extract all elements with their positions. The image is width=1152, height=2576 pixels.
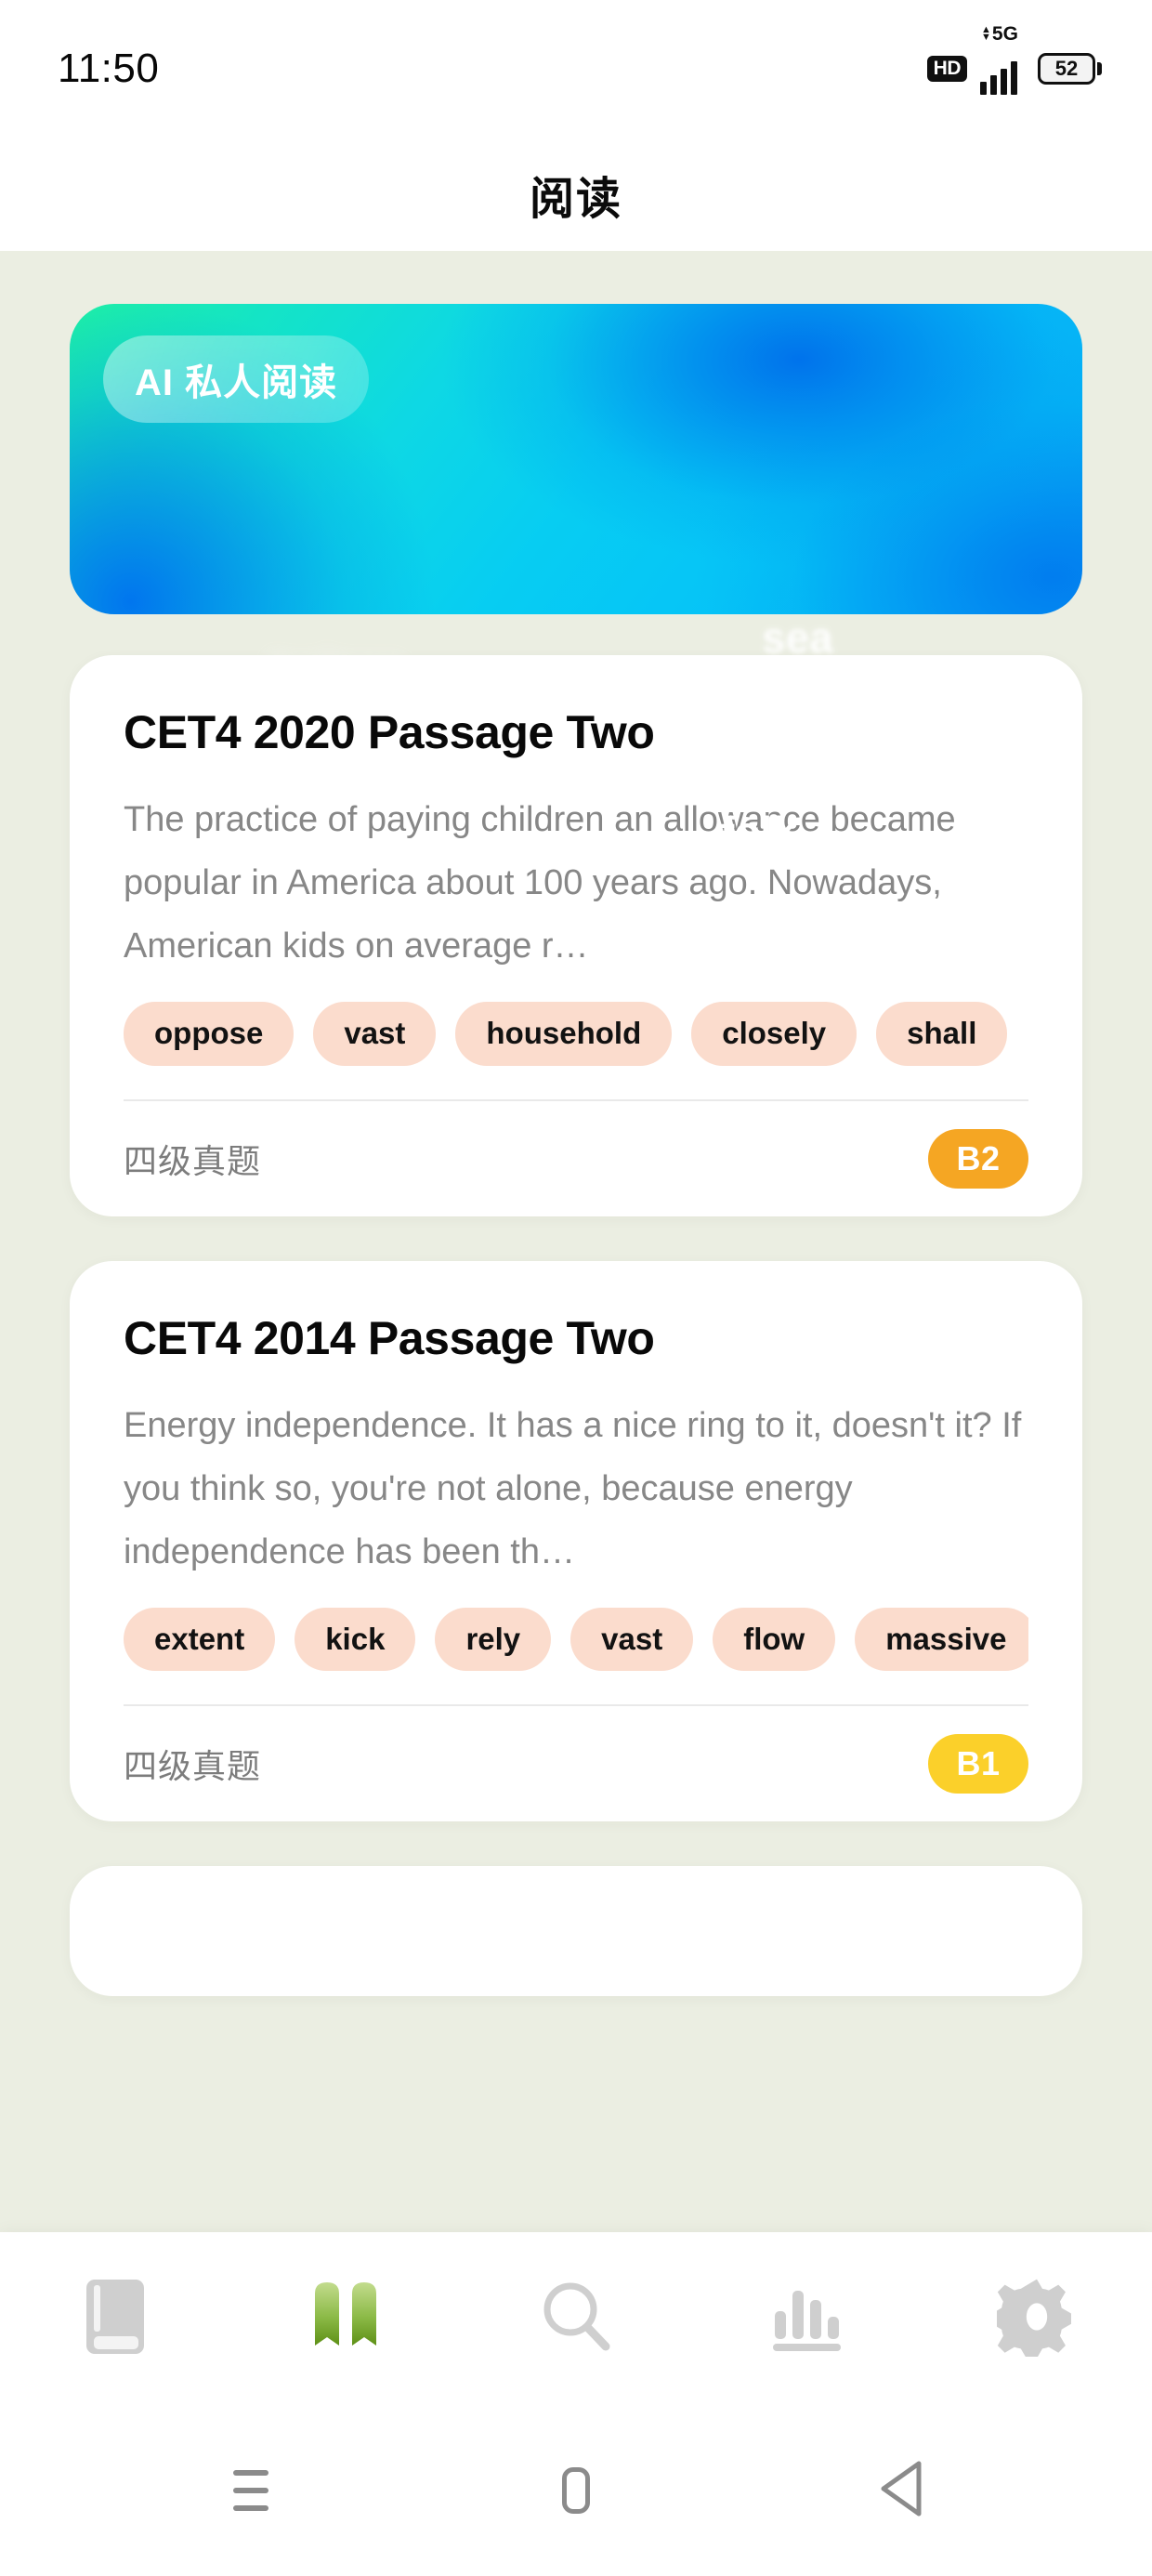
data-arrows-icon: ▲ ▼ [981,24,991,43]
passage-word-chips[interactable]: oppose vast household closely shall [124,1002,1028,1071]
android-back-button[interactable] [845,2435,957,2546]
word-chip[interactable]: flow [713,1607,836,1672]
android-recents-button[interactable] [195,2435,307,2546]
word-chip[interactable]: shall [876,1002,1008,1066]
passage-title: CET4 2020 Passage Two [124,706,655,758]
battery-tip [1097,62,1102,75]
ai-banner-pill-label: AI 私人阅读 [135,362,338,403]
word-chip[interactable]: kick [295,1607,416,1672]
tab-settings[interactable] [953,2232,1120,2405]
book-icon [83,2277,148,2361]
status-bar-clock: 11:50 [58,46,160,91]
passage-excerpt: Energy independence. It has a nice ring … [124,1405,1022,1571]
search-icon [537,2278,615,2360]
content-scroll-area[interactable]: AI 私人阅读 trainee sea color supportive bor… [0,251,1152,2232]
signal-bars-icon [980,59,1017,95]
passage-source-label: 四级真题 [124,1747,262,1786]
status-bar: 11:50 HD ▲ ▼ 5G 52 [0,0,1152,138]
ai-reading-banner[interactable]: AI 私人阅读 [70,304,1082,614]
word-chip[interactable]: rely [435,1607,552,1672]
ai-banner-pill[interactable]: AI 私人阅读 [103,335,370,423]
word-chip[interactable]: vast [313,1002,437,1066]
passage-card-partial[interactable] [70,1866,1082,1997]
passage-source-label: 四级真题 [124,1141,262,1180]
passage-card[interactable]: CET4 2014 Passage Two Energy independenc… [70,1260,1082,1822]
word-chip[interactable]: massive [855,1607,1028,1672]
open-book-icon [306,2277,386,2361]
android-navigation-bar [0,2405,1152,2576]
tab-statistics[interactable] [723,2232,890,2405]
signal-icon: ▲ ▼ 5G [980,24,1018,95]
status-bar-indicators: HD ▲ ▼ 5G 52 [926,24,1102,95]
bottom-tab-bar [0,2232,1152,2405]
page-title: 阅读 [529,175,622,224]
tab-search[interactable] [492,2232,660,2405]
passage-excerpt: The practice of paying children an allow… [124,800,956,966]
app-header: 阅读 [0,138,1152,251]
tab-reading[interactable] [262,2232,429,2405]
recents-icon [233,2470,268,2511]
battery-level-text: 52 [1054,57,1079,80]
word-chip[interactable]: extent [124,1607,276,1672]
android-home-button[interactable] [520,2435,632,2546]
network-type-text: 5G [991,23,1018,45]
passage-word-chips[interactable]: extent kick rely vast flow massive [124,1607,1028,1677]
gear-icon [991,2277,1077,2361]
word-chip[interactable]: vast [570,1607,694,1672]
back-icon [874,2458,928,2524]
passage-card-footer: 四级真题 B1 [124,1706,1028,1821]
word-chip[interactable]: oppose [124,1002,295,1066]
word-chip[interactable]: household [455,1002,673,1066]
battery-icon: 52 [1038,53,1102,85]
passage-card[interactable]: CET4 2020 Passage Two The practice of pa… [70,655,1082,1216]
passage-card-footer: 四级真题 B2 [124,1101,1028,1216]
tab-bookshelf[interactable] [32,2232,199,2405]
battery-body: 52 [1038,53,1095,85]
bar-chart-icon [767,2278,845,2360]
difficulty-badge: B2 [928,1128,1028,1189]
passage-title: CET4 2014 Passage Two [124,1311,655,1364]
hd-icon: HD [926,56,967,82]
home-icon [562,2467,590,2514]
network-type-label: ▲ ▼ 5G [981,24,1018,44]
difficulty-badge: B1 [928,1734,1028,1794]
word-chip[interactable]: closely [691,1002,857,1066]
